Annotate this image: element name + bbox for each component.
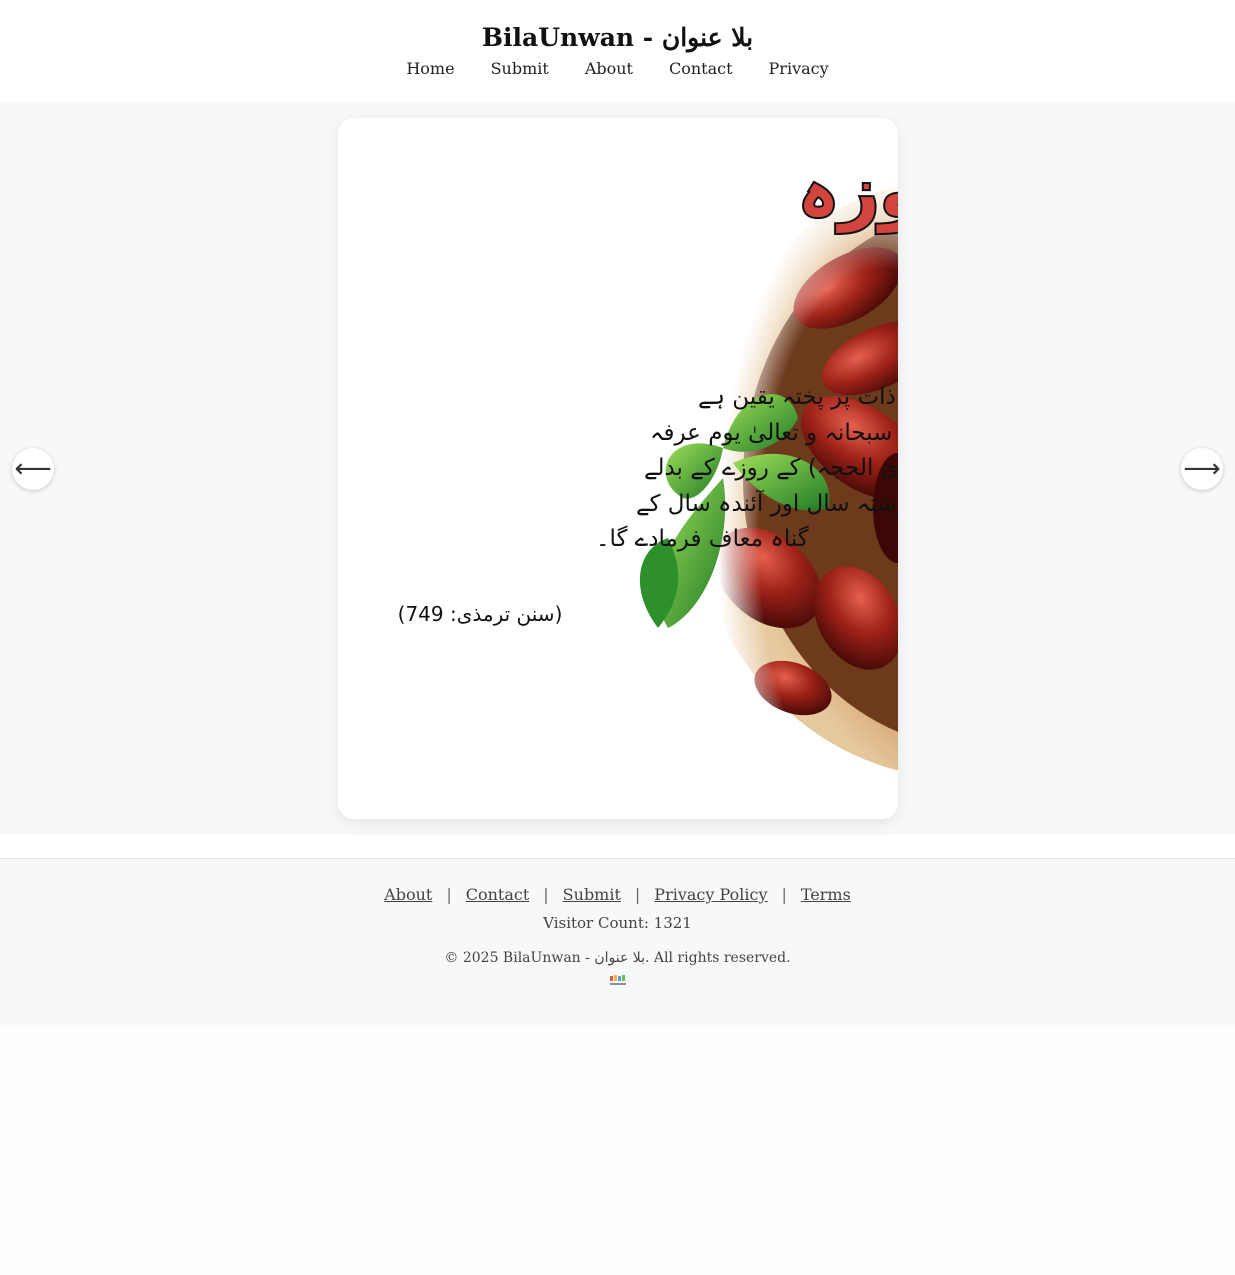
site-footer: About | Contact | Submit | Privacy Polic…	[0, 859, 1235, 1025]
footer-link-contact[interactable]: Contact	[466, 885, 530, 904]
footer-link-submit[interactable]: Submit	[563, 885, 621, 904]
nav-about[interactable]: About	[585, 58, 633, 80]
footer-separator: |	[543, 885, 549, 904]
slide-image: عرفہ کا روزہ مجھے اللّٰہ تعالیٰ کی ذات پ…	[398, 149, 898, 819]
nav-privacy[interactable]: Privacy	[769, 58, 829, 80]
footer-logo	[609, 975, 626, 985]
site-title[interactable]: BilaUnwan - بلا عنوان	[0, 0, 1235, 54]
nav-submit[interactable]: Submit	[491, 58, 549, 80]
slide-line: (9ذی الحجہ) کے روزے کے بدلے	[644, 455, 898, 481]
slide-line: گزشتہ سال اور آئندہ سال کے	[636, 489, 898, 517]
carousel: ⟵ زہ ذات پر پختہ یقین ہے سبحانہ و تعالیٰ…	[0, 102, 1235, 835]
slide-reference: (سنن ترمذی: 749)	[398, 602, 563, 626]
visitor-count: Visitor Count: 1321	[543, 914, 692, 932]
footer-separator: |	[446, 885, 452, 904]
footer-separator: |	[634, 885, 641, 904]
footer-link-about[interactable]: About	[384, 885, 432, 904]
nav-home[interactable]: Home	[406, 58, 454, 80]
site-header: BilaUnwan - بلا عنوان Home Submit About …	[0, 0, 1235, 102]
nav-contact[interactable]: Contact	[669, 58, 733, 80]
slide-card: عرفہ کا روزہ مجھے اللّٰہ تعالیٰ کی ذات پ…	[338, 118, 898, 819]
footer-link-privacy-policy[interactable]: Privacy Policy	[654, 885, 767, 904]
main-nav: Home Submit About Contact Privacy	[0, 58, 1235, 80]
footer-links: About | Contact | Submit | Privacy Polic…	[0, 885, 1235, 904]
slide-heading: عرفہ کا روزہ	[798, 151, 898, 233]
arrow-left-icon[interactable]: ⟵	[12, 448, 54, 490]
divider	[0, 835, 1235, 859]
copyright: © 2025 BilaUnwan - بلا عنوان. All rights…	[444, 950, 791, 966]
slide-line: گناہ معاف فرمادے گا۔	[596, 525, 809, 552]
footer-separator: |	[781, 885, 787, 904]
footer-link-terms[interactable]: Terms	[801, 885, 851, 904]
arrow-right-icon[interactable]: ⟶	[1181, 448, 1223, 490]
